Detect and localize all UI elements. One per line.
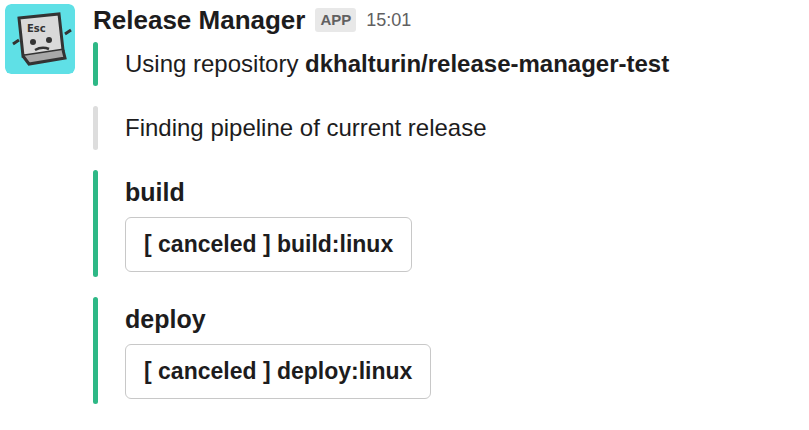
attachment-title: build: [125, 175, 412, 209]
attachment-text: Using repository dkhalturin/release-mana…: [125, 47, 669, 81]
attachment: Using repository dkhalturin/release-mana…: [93, 42, 669, 86]
timestamp[interactable]: 15:01: [366, 7, 411, 34]
attachment-bar: [93, 42, 98, 86]
author-name[interactable]: Release Manager: [93, 1, 305, 40]
avatar-icon: Esc: [5, 4, 75, 74]
message-header: Release ManagerAPP15:01: [93, 4, 669, 36]
attachment-text: Finding pipeline of current release: [125, 111, 487, 145]
action-button[interactable]: [ canceled ] deploy:linux: [125, 344, 431, 399]
slack-message: Esc Release Manager APP 15:01 Using reposito…: [0, 0, 809, 430]
attachment: build [ canceled ] build:linux: [93, 170, 669, 277]
action-button[interactable]: [ canceled ] build:linux: [125, 217, 412, 272]
attachment-bar: [93, 106, 98, 150]
attachment-bar: [93, 297, 98, 404]
attachment-title: deploy: [125, 302, 431, 336]
attachment: Finding pipeline of current release: [93, 106, 669, 150]
app-badge: APP: [315, 8, 356, 33]
attachment: deploy [ canceled ] deploy:linux: [93, 297, 669, 404]
attachment-bar: [93, 170, 98, 277]
svg-text:Esc: Esc: [27, 23, 46, 34]
